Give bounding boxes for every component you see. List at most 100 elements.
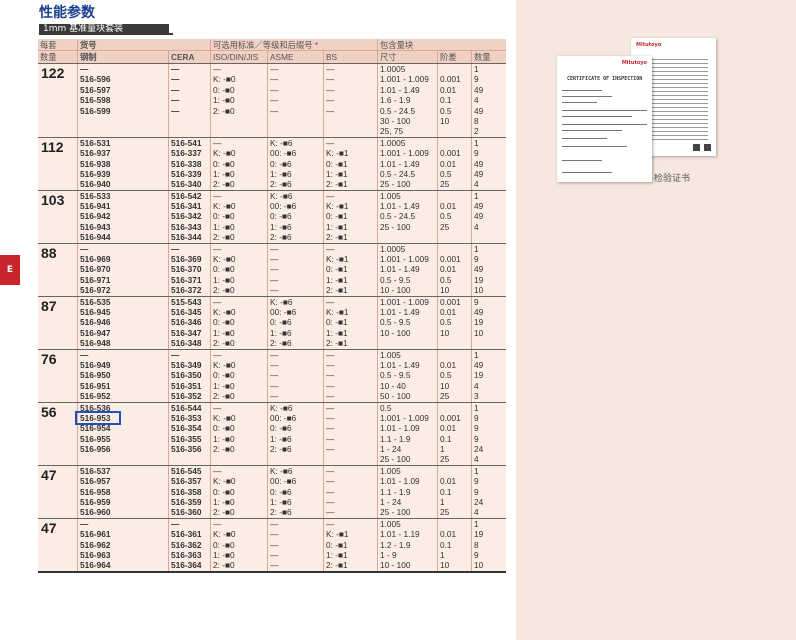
cera-value[interactable]: 516-349 <box>169 360 210 370</box>
cera-value[interactable]: 516-545 <box>169 466 210 476</box>
steel-value[interactable]: 516-946 <box>78 317 168 327</box>
cell-count: 1 19 8 9 10 <box>471 518 506 571</box>
cera-value[interactable]: 516-369 <box>169 254 210 264</box>
cera-value[interactable]: 516-371 <box>169 275 210 285</box>
steel-value[interactable]: 516-956 <box>78 444 168 454</box>
cera-value[interactable]: 516-351 <box>169 381 210 391</box>
cera-value[interactable]: 516-353 <box>169 413 210 423</box>
size-value: 1.01 - 1.49 <box>380 306 420 317</box>
steel-value[interactable]: 516-531 <box>78 138 168 148</box>
steel-value[interactable]: — <box>78 350 168 360</box>
steel-value[interactable]: 516-970 <box>78 264 168 274</box>
steel-value[interactable]: 516-951 <box>78 381 168 391</box>
cera-value[interactable]: 516-356 <box>169 444 210 454</box>
cera-value[interactable]: — <box>169 350 210 360</box>
steel-value[interactable]: 516-961 <box>78 529 168 539</box>
cera-value[interactable]: 516-372 <box>169 285 210 295</box>
cera-value[interactable]: — <box>169 64 210 74</box>
cera-value[interactable]: — <box>169 106 210 116</box>
steel-value[interactable]: 516-937 <box>78 148 168 158</box>
steel-value[interactable]: 516-945 <box>78 307 168 317</box>
steel-value[interactable]: 516-958 <box>78 487 168 497</box>
cera-value[interactable]: 516-343 <box>169 222 210 232</box>
steel-value[interactable]: 516-939 <box>78 169 168 179</box>
cera-value[interactable]: 515-543 <box>169 297 210 307</box>
cera-value[interactable]: 516-363 <box>169 550 210 560</box>
steel-value[interactable]: 516-537 <box>78 466 168 476</box>
cera-value[interactable]: 516-362 <box>169 540 210 550</box>
cera-value[interactable]: 516-361 <box>169 529 210 539</box>
cera-value[interactable]: 516-348 <box>169 338 210 348</box>
cera-value[interactable]: — <box>169 85 210 95</box>
cera-value[interactable]: 516-339 <box>169 169 210 179</box>
cera-value[interactable]: 516-357 <box>169 476 210 486</box>
steel-value[interactable]: 516-949 <box>78 360 168 370</box>
cera-value[interactable]: 516-364 <box>169 560 210 570</box>
cera-value[interactable]: 516-342 <box>169 211 210 221</box>
asme-value: — <box>270 380 279 391</box>
steel-value[interactable]: 516-969 <box>78 254 168 264</box>
cera-value[interactable]: — <box>169 244 210 254</box>
steel-value[interactable]: 516-950 <box>78 370 168 380</box>
steel-value[interactable]: 516-596 <box>78 74 168 84</box>
steel-value[interactable]: 516-942 <box>78 211 168 221</box>
steel-value[interactable]: 516-955 <box>78 434 168 444</box>
steel-value[interactable]: 516-944 <box>78 232 168 242</box>
steel-value[interactable]: 516-599 <box>78 106 168 116</box>
cera-value[interactable]: 516-338 <box>169 159 210 169</box>
bs-value: — <box>326 84 335 95</box>
cera-value[interactable]: 516-346 <box>169 317 210 327</box>
cera-value[interactable]: 516-340 <box>169 179 210 189</box>
steel-value[interactable]: 516-960 <box>78 507 168 517</box>
steel-value[interactable]: 516-597 <box>78 85 168 95</box>
cera-value[interactable]: 516-544 <box>169 403 210 413</box>
cera-value[interactable]: 516-337 <box>169 148 210 158</box>
steel-value[interactable]: 516-943 <box>78 222 168 232</box>
cera-value[interactable]: 516-345 <box>169 307 210 317</box>
steel-value[interactable]: — <box>78 64 168 74</box>
steel-value[interactable]: 516-963 <box>78 550 168 560</box>
iso-value: — <box>213 465 222 476</box>
iso-value: — <box>213 518 222 529</box>
cera-value[interactable]: 516-350 <box>169 370 210 380</box>
steel-value[interactable]: 516-535 <box>78 297 168 307</box>
steel-value[interactable]: 516-948 <box>78 338 168 348</box>
page-title: 性能参数 <box>39 5 95 21</box>
cera-value[interactable]: — <box>169 74 210 84</box>
steel-value[interactable]: 516-964 <box>78 560 168 570</box>
steel-value[interactable]: — <box>78 244 168 254</box>
cera-value[interactable]: 516-355 <box>169 434 210 444</box>
cera-value[interactable]: 516-360 <box>169 507 210 517</box>
cera-value[interactable]: 516-341 <box>169 201 210 211</box>
cell-cera: —516-361 516-362 516-363 516-364 <box>168 518 210 571</box>
cera-value[interactable]: 516-358 <box>169 487 210 497</box>
steel-value[interactable]: 516-962 <box>78 540 168 550</box>
cera-value[interactable]: — <box>169 95 210 105</box>
steel-value[interactable]: 516-938 <box>78 159 168 169</box>
cera-value[interactable]: 516-352 <box>169 391 210 401</box>
steel-value[interactable]: 516-959 <box>78 497 168 507</box>
steel-value[interactable]: — <box>78 519 168 529</box>
steel-value[interactable]: 516-971 <box>78 275 168 285</box>
cera-value[interactable]: 516-541 <box>169 138 210 148</box>
steel-value[interactable]: 516-957 <box>78 476 168 486</box>
cera-value[interactable]: 516-359 <box>169 497 210 507</box>
side-tab[interactable]: E <box>0 255 20 285</box>
cell-steel: —516-969 516-970 516-971 516-972 <box>77 243 168 296</box>
cera-value[interactable]: 516-354 <box>169 423 210 433</box>
cera-value[interactable]: 516-344 <box>169 232 210 242</box>
cera-value[interactable]: 516-542 <box>169 191 210 201</box>
cera-value[interactable]: — <box>169 519 210 529</box>
cera-value[interactable]: 516-347 <box>169 328 210 338</box>
steel-value[interactable]: 516-952 <box>78 391 168 401</box>
steel-value[interactable]: 516-940 <box>78 179 168 189</box>
steel-value[interactable]: 516-972 <box>78 285 168 295</box>
cera-value[interactable]: 516-370 <box>169 264 210 274</box>
steel-value[interactable]: 516-533 <box>78 191 168 201</box>
bs-value: — <box>326 359 335 370</box>
steel-value[interactable]: 516-941 <box>78 201 168 211</box>
step-value: 0.1 <box>440 95 452 106</box>
steel-value[interactable]: 516-947 <box>78 328 168 338</box>
steel-value[interactable]: 516-598 <box>78 95 168 105</box>
step-value: 0.01 <box>440 529 457 540</box>
